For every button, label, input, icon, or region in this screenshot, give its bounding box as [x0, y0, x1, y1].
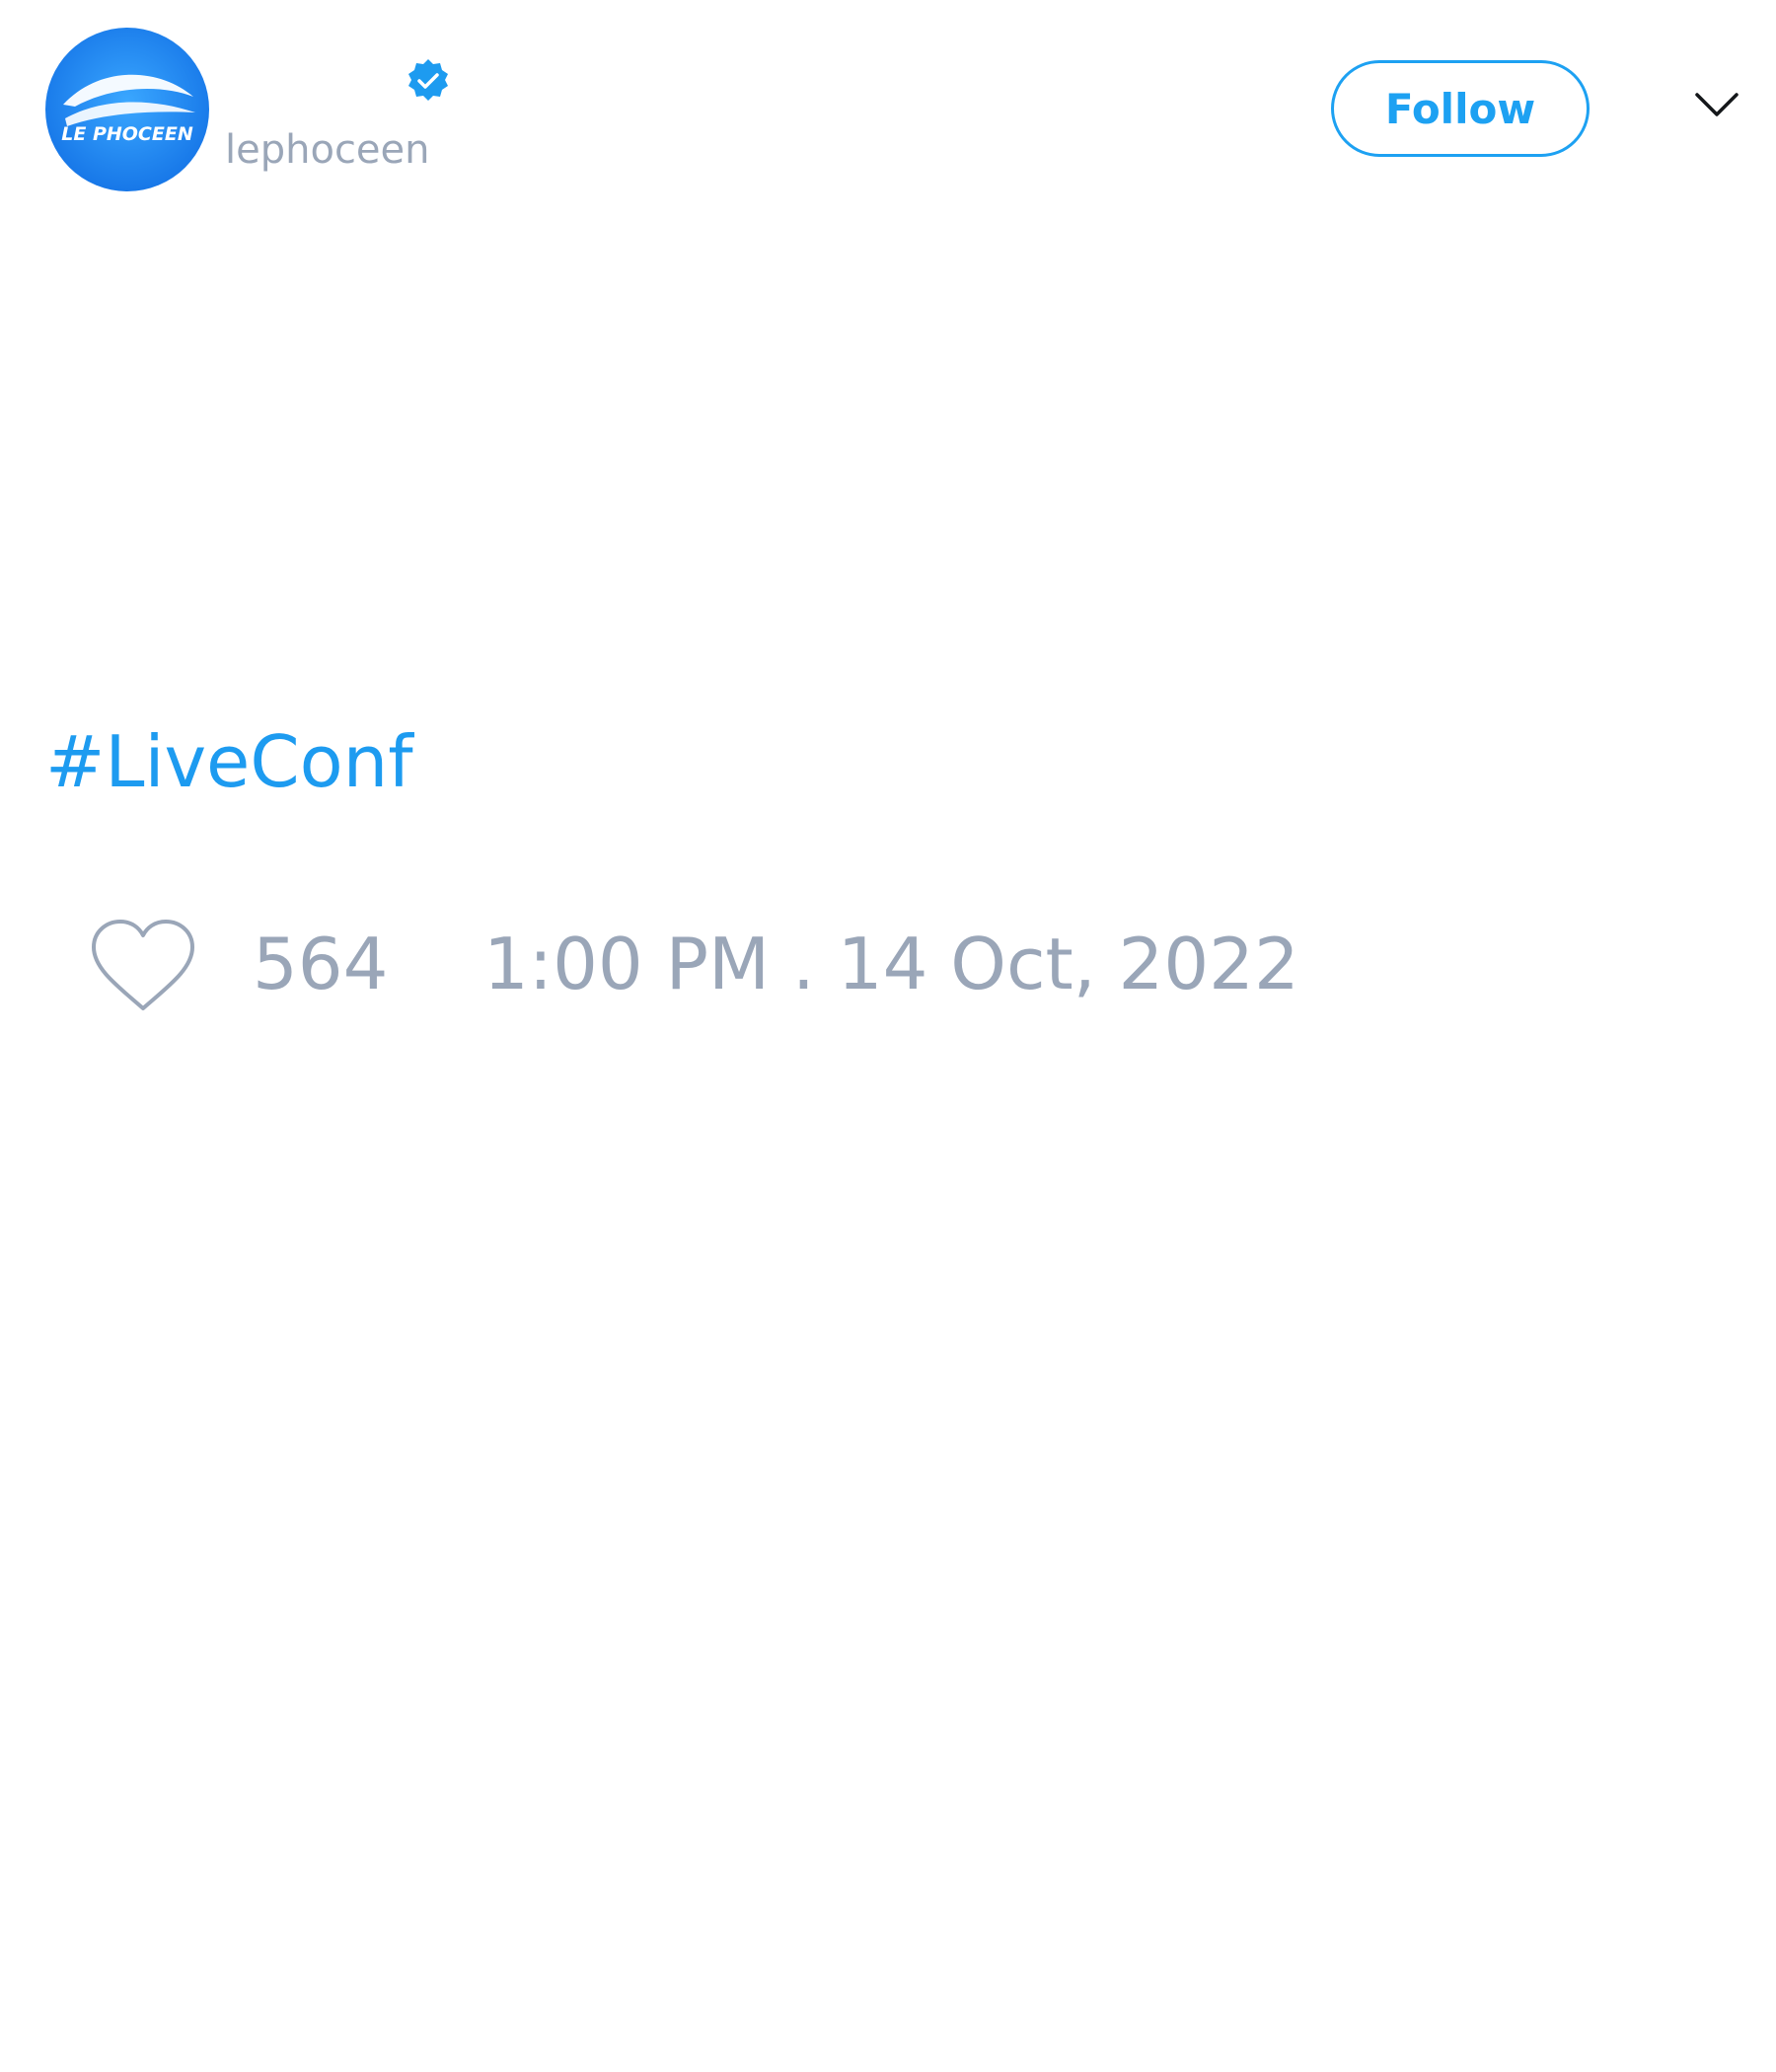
tweet-card: LE PHOCEEN lephoceen Follow #LiveConf 56… — [0, 0, 1776, 2072]
heart-outline-icon[interactable] — [89, 918, 197, 1016]
svg-text:LE PHOCEEN: LE PHOCEEN — [61, 123, 193, 145]
le-phoceen-logo: LE PHOCEEN — [45, 28, 209, 191]
follow-button[interactable]: Follow — [1331, 60, 1590, 157]
author-handle[interactable]: lephoceen — [225, 126, 430, 174]
chevron-down-icon[interactable] — [1693, 91, 1740, 120]
avatar[interactable]: LE PHOCEEN — [45, 28, 209, 191]
tweet-text: #LiveConf — [45, 720, 413, 803]
like-count: 564 — [253, 923, 389, 1005]
timestamp[interactable]: 1:00 PM . 14 Oct, 2022 — [483, 923, 1299, 1005]
hashtag-link[interactable]: #LiveConf — [45, 720, 413, 803]
verified-badge-icon — [408, 59, 448, 101]
